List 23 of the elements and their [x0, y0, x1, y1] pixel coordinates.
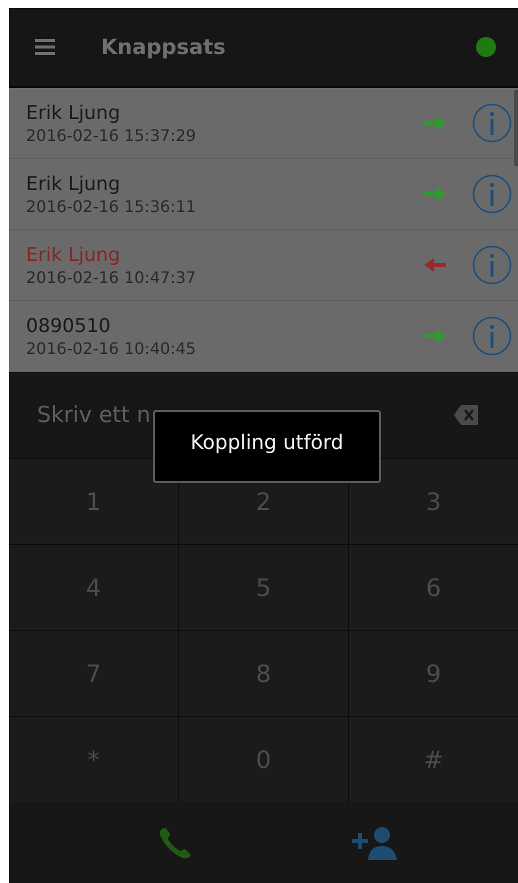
screen-title: Knappsats — [101, 35, 227, 59]
caller-name: Erik Ljung — [26, 172, 122, 194]
caller-name: 0890510 — [26, 314, 112, 336]
call-time: 2016-02-16 15:37:29 — [26, 126, 197, 144]
caller-name: Erik Ljung — [26, 244, 122, 266]
info-icon[interactable] — [472, 245, 512, 285]
call-time: 2016-02-16 15:36:11 — [26, 196, 197, 216]
info-icon[interactable] — [472, 174, 512, 214]
menu-icon[interactable] — [35, 39, 55, 55]
keypad-key[interactable]: # — [349, 717, 518, 802]
call-log-item[interactable]: 0890510 2016-02-16 10:40:45 — [9, 301, 518, 372]
call-log-item[interactable]: Erik Ljung 2016-02-16 10:47:37 — [9, 230, 518, 301]
call-time: 2016-02-16 10:47:37 — [26, 268, 197, 286]
info-icon[interactable] — [472, 316, 512, 356]
add-contact-icon[interactable] — [352, 826, 398, 860]
caller-name: Erik Ljung — [26, 102, 122, 124]
call-log-item[interactable]: Erik Ljung 2016-02-16 15:36:11 — [9, 159, 518, 230]
call-time: 2016-02-16 10:40:45 — [26, 338, 197, 358]
keypad-key[interactable]: * — [9, 717, 178, 802]
backspace-icon[interactable] — [454, 405, 478, 425]
toast-message: Koppling utförd — [153, 410, 381, 483]
info-icon[interactable] — [472, 103, 512, 143]
phone-icon[interactable] — [158, 826, 193, 858]
